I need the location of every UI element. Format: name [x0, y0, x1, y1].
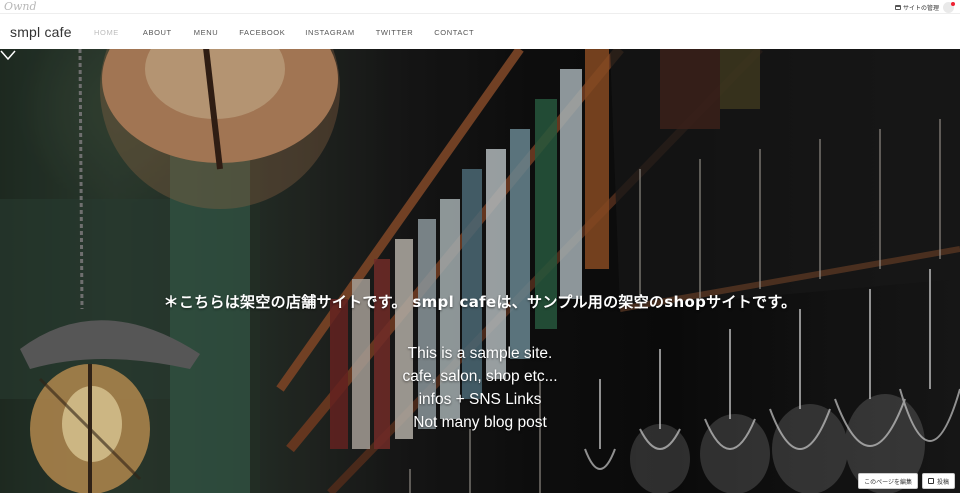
pencil-icon — [927, 478, 934, 484]
hero-line: infos + SNS Links — [418, 391, 542, 408]
hero-section: ＊こちらは架空の店舗サイトです。 smpl cafeは、サンプル用の架空のsho… — [0, 49, 960, 493]
site-title[interactable]: smpl cafe — [10, 24, 94, 40]
nav-twitter[interactable]: TWITTER — [376, 28, 414, 37]
edit-buttons: このページを編集 投稿 — [858, 473, 955, 489]
edit-page-label: このページを編集 — [864, 478, 912, 486]
nav-contact[interactable]: CONTACT — [434, 28, 474, 37]
post-button[interactable]: 投稿 — [921, 473, 955, 489]
hero-headline-jp: ＊こちらは架空の店舗サイトです。 smpl cafeは、サンプル用の架空のsho… — [163, 293, 797, 311]
nav-instagram[interactable]: INSTAGRAM — [305, 28, 354, 37]
nav-menu[interactable]: MENU — [194, 28, 218, 37]
hero-line: This is a sample site. — [407, 345, 553, 362]
chevron-down-icon[interactable] — [0, 49, 16, 61]
manage-site-label: サイトの管理 — [902, 4, 939, 12]
edit-page-button[interactable]: このページを編集 — [858, 473, 918, 489]
nav-about[interactable]: ABOUT — [143, 28, 172, 37]
admin-bar: Ownd サイトの管理 — [0, 0, 960, 14]
notification-dot — [951, 1, 955, 6]
main-nav: HOME ABOUT MENU FACEBOOK INSTAGRAM TWITT… — [94, 15, 474, 49]
hero-line: Not many blog post — [413, 414, 547, 431]
nav-home[interactable]: HOME — [94, 28, 119, 37]
admin-right: サイトの管理 — [894, 0, 955, 14]
nav-facebook[interactable]: FACEBOOK — [239, 28, 285, 37]
calendar-icon — [894, 4, 901, 10]
hero-line: cafe, salon, shop etc... — [402, 368, 558, 385]
manage-site-link[interactable]: サイトの管理 — [894, 3, 939, 12]
ownd-logo[interactable]: Ownd — [4, 0, 37, 14]
post-label: 投稿 — [936, 478, 949, 486]
site-header: smpl cafe HOME ABOUT MENU FACEBOOK INSTA… — [0, 15, 960, 49]
hero-description: This is a sample site. cafe, salon, shop… — [0, 342, 960, 434]
avatar[interactable] — [943, 1, 955, 13]
